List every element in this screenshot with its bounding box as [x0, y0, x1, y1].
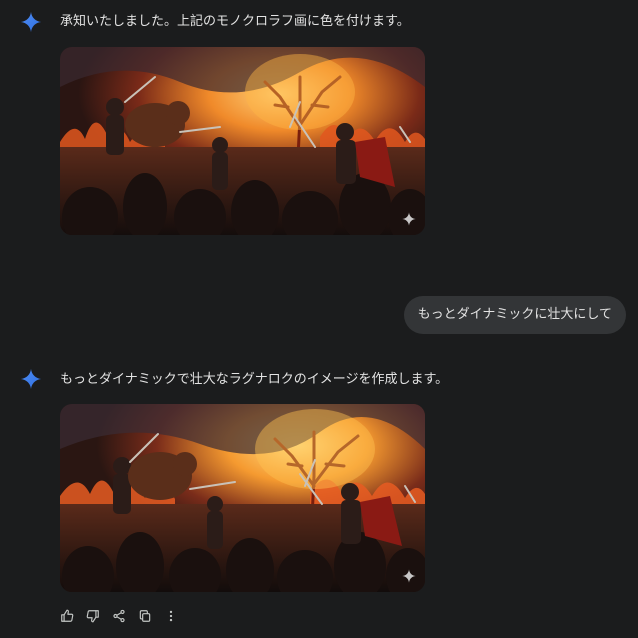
ragnarok-battle-image	[60, 404, 425, 592]
thumbs-up-icon[interactable]	[58, 606, 76, 626]
ai-sparkle-icon	[402, 569, 416, 583]
ai-sparkle-icon	[402, 212, 416, 226]
response-actions	[58, 606, 180, 626]
user-message-bubble: もっとダイナミックに壮大にして	[403, 296, 626, 334]
more-vert-icon[interactable]	[162, 606, 180, 626]
chat-page: 承知いたしました。上記のモノクロラフ画に色を付けます。 もっとダイナミックに壮大…	[0, 0, 638, 638]
copy-icon[interactable]	[136, 606, 154, 626]
thumbs-down-icon[interactable]	[84, 606, 102, 626]
gemini-spark-icon	[20, 11, 42, 33]
gemini-spark-icon	[20, 368, 42, 390]
ragnarok-battle-image	[60, 47, 425, 235]
share-icon[interactable]	[110, 606, 128, 626]
assistant-message-text: 承知いたしました。上記のモノクロラフ画に色を付けます。	[60, 14, 410, 29]
assistant-message-text: もっとダイナミックで壮大なラグナロクのイメージを作成します。	[60, 372, 449, 387]
generated-image[interactable]	[60, 404, 425, 592]
generated-image[interactable]	[60, 47, 425, 235]
